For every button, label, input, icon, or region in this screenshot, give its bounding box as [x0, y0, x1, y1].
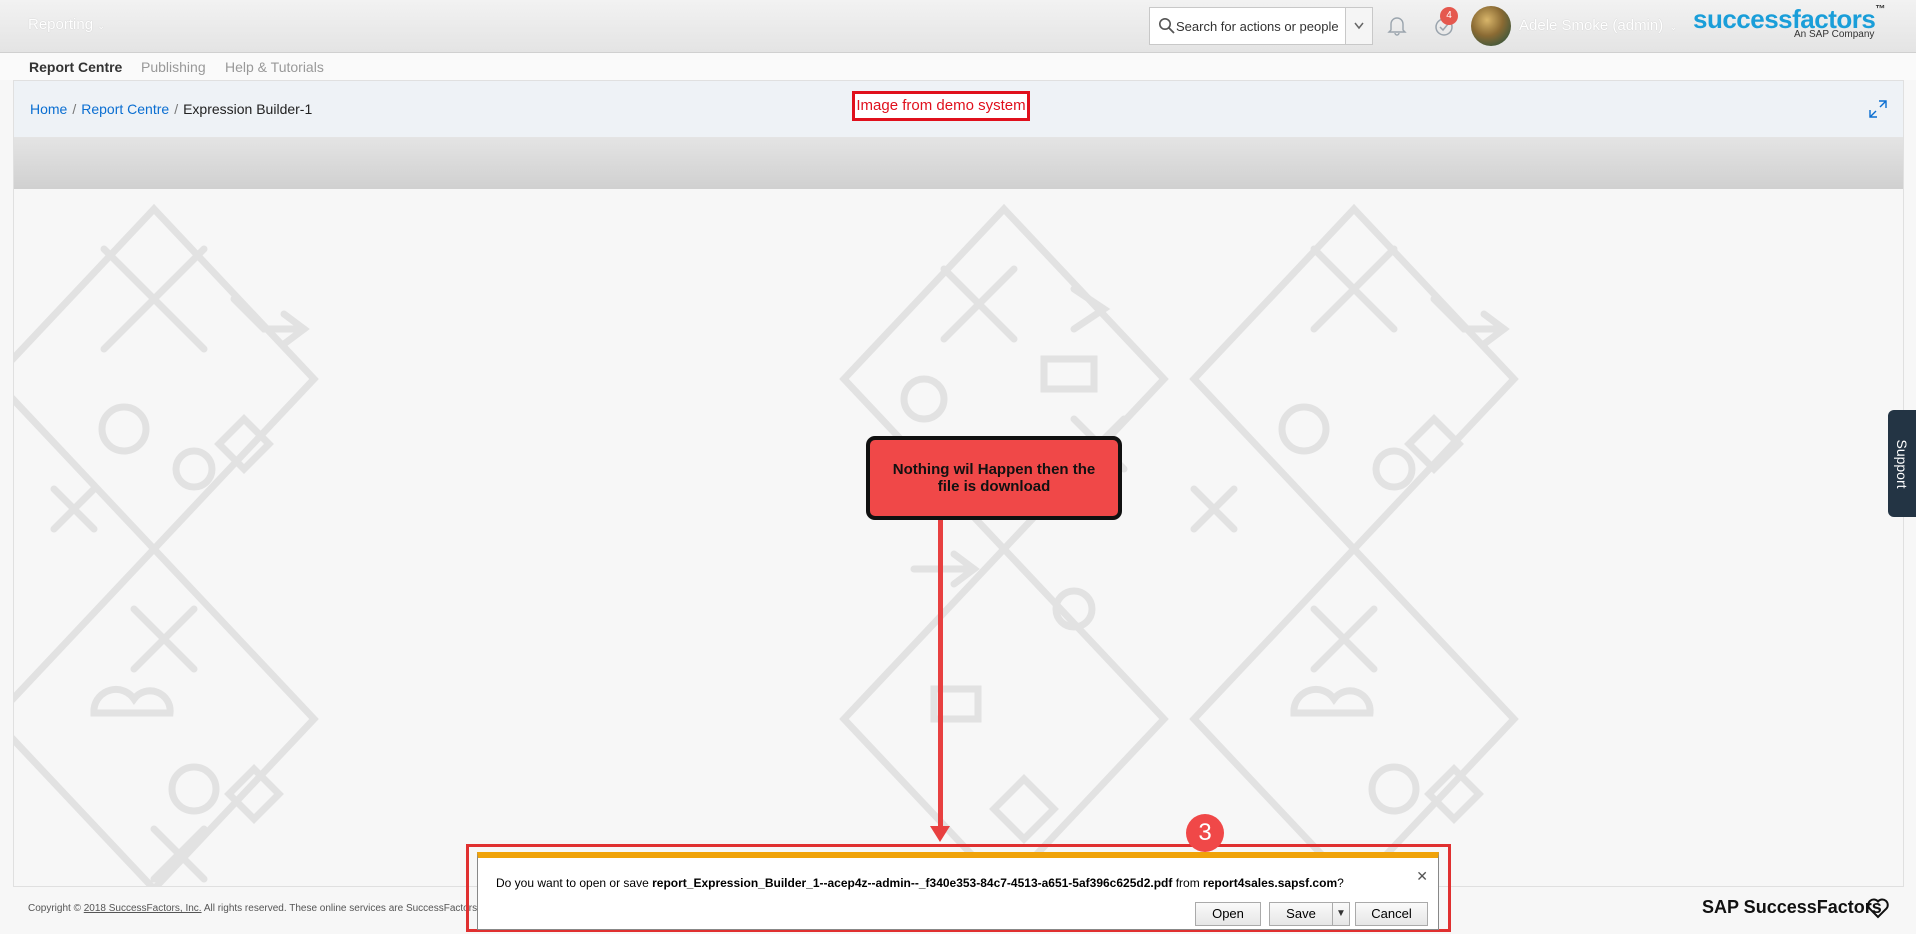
fullscreen-icon[interactable]: [1869, 100, 1887, 118]
support-tab[interactable]: Support: [1888, 410, 1916, 517]
toolbar-band: [14, 137, 1903, 189]
step-marker: 3: [1186, 814, 1224, 852]
bell-icon[interactable]: [1386, 14, 1408, 36]
logo-tm: ™: [1875, 4, 1885, 15]
support-label: Support: [1894, 438, 1910, 489]
save-options-button[interactable]: ▼: [1332, 902, 1350, 926]
copyright-link[interactable]: 2018 SuccessFactors, Inc.: [84, 903, 202, 914]
tab-publishing[interactable]: Publishing: [141, 59, 206, 75]
user-name: Adele Smoke (admin): [1519, 17, 1664, 34]
search-dropdown-button[interactable]: [1345, 8, 1372, 44]
download-message: Do you want to open or save report_Expre…: [496, 876, 1344, 890]
copyright-prefix: Copyright ©: [28, 903, 81, 914]
breadcrumb-current: Expression Builder-1: [183, 101, 313, 117]
open-button[interactable]: Open: [1195, 902, 1261, 926]
tab-report-centre[interactable]: Report Centre: [29, 59, 122, 75]
module-menu-label: Reporting: [28, 16, 94, 33]
download-question-mark: ?: [1337, 876, 1344, 890]
breadcrumb-bar: Home / Report Centre / Expression Builder-1 …: [14, 81, 1903, 137]
breadcrumb-separator: /: [72, 101, 77, 117]
breadcrumb-separator: /: [174, 101, 179, 117]
download-filename: report_Expression_Builder_1--acep4z--adm…: [652, 876, 1173, 890]
demo-system-label: Image from demo system: [852, 91, 1030, 121]
search-box[interactable]: Search for actions or people: [1149, 7, 1373, 45]
footer-logo: SAP SuccessFactors: [1702, 897, 1882, 917]
annotation-arrow-head: [930, 826, 950, 842]
logo-subtitle: An SAP Company: [1794, 29, 1875, 40]
copyright-text: Copyright © 2018 SuccessFactors, Inc. Al…: [28, 903, 477, 914]
background-pattern: [14, 203, 1519, 886]
search-icon: [1159, 18, 1175, 34]
breadcrumb-home[interactable]: Home: [30, 101, 67, 117]
breadcrumb-report-centre[interactable]: Report Centre: [81, 101, 169, 117]
save-button[interactable]: Save: [1269, 902, 1333, 926]
download-domain: report4sales.sapsf.com: [1203, 876, 1338, 890]
chevron-down-icon: ▼: [1336, 908, 1346, 919]
chevron-down-icon: [1354, 22, 1364, 30]
tab-help-tutorials[interactable]: Help & Tutorials: [225, 59, 324, 75]
cancel-button[interactable]: Cancel: [1355, 902, 1428, 926]
download-from: from: [1175, 876, 1200, 890]
heart-icon: [1867, 898, 1889, 919]
chevron-down-icon: ⌄: [97, 21, 106, 32]
avatar[interactable]: [1471, 6, 1511, 46]
shell-bar: Reporting ⌄ Search for actions or people …: [0, 0, 1916, 53]
sub-navigation: Report Centre Publishing Help & Tutorial…: [0, 53, 1916, 80]
notification-badge: 4: [1440, 7, 1458, 25]
copyright-suffix: All rights reserved. These online servic…: [203, 903, 478, 914]
search-input[interactable]: Search for actions or people: [1176, 19, 1339, 34]
callout-text: Nothing wil Happen then the file is down…: [892, 461, 1096, 495]
annotation-callout: Nothing wil Happen then the file is down…: [866, 436, 1122, 520]
annotation-arrow: [938, 520, 943, 830]
close-icon[interactable]: ✕: [1416, 868, 1428, 885]
download-notification-bar: Do you want to open or save report_Expre…: [477, 852, 1439, 930]
module-menu[interactable]: Reporting ⌄: [28, 16, 105, 33]
user-menu[interactable]: Adele Smoke (admin) ⌄: [1519, 17, 1678, 34]
breadcrumb: Home / Report Centre / Expression Builder-1: [30, 101, 312, 117]
download-prompt: Do you want to open or save: [496, 876, 649, 890]
chevron-down-icon: ⌄: [1669, 22, 1678, 33]
